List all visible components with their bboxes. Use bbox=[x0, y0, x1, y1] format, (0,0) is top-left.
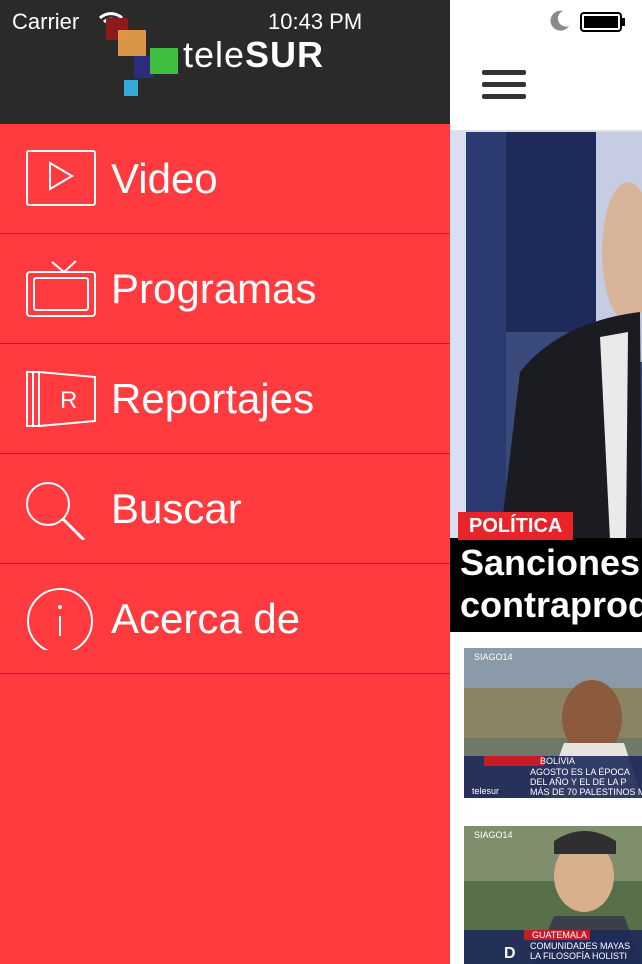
menu-label-reportajes: Reportajes bbox=[111, 375, 315, 422]
carrier-label: Carrier bbox=[12, 9, 80, 34]
thumbnail-caption-line-2: LA FILOSOFÍA HOLISTI bbox=[530, 951, 628, 961]
menu-item-reportajes[interactable]: R Reportajes bbox=[0, 344, 450, 454]
featured-image[interactable] bbox=[450, 132, 642, 540]
thumbnail-caption-line-3: MÁS DE 70 PALESTINOS M bbox=[530, 787, 642, 797]
search-icon bbox=[26, 482, 86, 540]
menu-label-buscar: Buscar bbox=[111, 485, 242, 532]
thumbnail-place: GUATEMALA bbox=[532, 930, 587, 940]
news-thumbnail[interactable]: SIAGO14 BOLIVIA AGOSTO ES LA ÉPOCA DEL A… bbox=[464, 648, 642, 798]
drawer-header: Carrier 10:43 PM teleSUR bbox=[0, 0, 450, 124]
tv-icon bbox=[26, 260, 96, 317]
menu-item-video[interactable]: Video bbox=[0, 124, 450, 234]
info-icon bbox=[27, 588, 93, 650]
hamburger-menu-icon[interactable] bbox=[482, 68, 526, 102]
telesur-logo: teleSUR bbox=[106, 18, 336, 102]
logo-text-sur: SUR bbox=[245, 34, 325, 75]
headline-line-2: contraprod bbox=[460, 584, 642, 625]
logo-text-tele: tele bbox=[183, 34, 246, 75]
category-badge: POLÍTICA bbox=[458, 512, 574, 540]
thumbnail-brand: D bbox=[504, 945, 516, 962]
logo-wordmark: teleSUR bbox=[183, 34, 324, 76]
thumbnail-caption-line-1: COMUNIDADES MAYAS bbox=[530, 941, 631, 951]
play-icon bbox=[26, 150, 96, 206]
headline-line-1: Sanciones bbox=[460, 542, 641, 583]
thumbnail-brand: telesur bbox=[472, 786, 500, 796]
menu-label-acerca: Acerca de bbox=[111, 595, 301, 642]
menu-item-acerca[interactable]: Acerca de bbox=[0, 564, 450, 674]
menu-label-programas: Programas bbox=[111, 265, 317, 312]
thumbnail-place: BOLIVIA bbox=[540, 756, 576, 766]
moon-icon bbox=[550, 10, 569, 31]
menu-item-programas[interactable]: Programas bbox=[0, 234, 450, 344]
drawer-menu: Video Programas R Reportajes Buscar Acer… bbox=[0, 124, 450, 674]
logo-squares-icon bbox=[106, 18, 178, 96]
battery-icon bbox=[580, 12, 625, 32]
thumbnail-date: SIAGO14 bbox=[474, 830, 513, 840]
navigation-drawer: Carrier 10:43 PM teleSUR Video Programas… bbox=[0, 0, 450, 964]
thumbnail-caption-line-1: AGOSTO ES LA ÉPOCA bbox=[530, 767, 630, 777]
featured-headline[interactable]: Sanciones contraprod bbox=[460, 542, 642, 626]
main-status-bar bbox=[450, 0, 642, 44]
menu-label-video: Video bbox=[111, 155, 218, 202]
svg-text:R: R bbox=[60, 387, 77, 414]
main-content: POLÍTICA Sanciones contraprod SIAGO14 BO… bbox=[450, 0, 642, 964]
menu-item-buscar[interactable]: Buscar bbox=[0, 454, 450, 564]
news-thumbnail[interactable]: SIAGO14 GUATEMALA COMUNIDADES MAYAS LA F… bbox=[464, 826, 642, 964]
thumbnail-date: SIAGO14 bbox=[474, 652, 513, 662]
main-nav-bar bbox=[450, 44, 642, 132]
featured-photo bbox=[450, 132, 642, 540]
thumbnail-caption-line-2: DEL AÑO Y EL DE LA P bbox=[530, 777, 627, 787]
reportajes-icon: R bbox=[26, 370, 96, 428]
